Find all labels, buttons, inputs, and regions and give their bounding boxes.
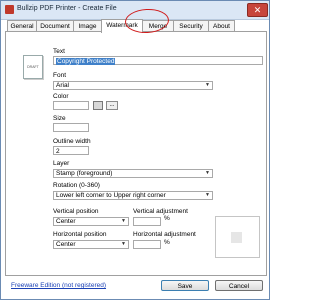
document-watermark-icon: DRAFT xyxy=(23,55,43,79)
text-label: Text xyxy=(53,48,65,55)
dialog-window: Bullzip PDF Printer - Create File ✕ Gene… xyxy=(0,0,270,300)
chevron-down-icon: ▼ xyxy=(205,170,210,176)
color-swatch[interactable] xyxy=(93,101,103,110)
size-input[interactable] xyxy=(53,123,89,132)
outline-width-input[interactable]: 2 xyxy=(53,146,89,155)
chevron-down-icon: ▼ xyxy=(121,218,126,224)
tab-watermark[interactable]: Watermark xyxy=(101,19,143,33)
font-select-value: Arial xyxy=(56,82,70,89)
layer-label: Layer xyxy=(53,160,70,167)
color-input[interactable] xyxy=(53,101,89,110)
watermark-preview xyxy=(215,216,260,258)
horizontal-adjustment-label: Horizontal adjustment xyxy=(133,231,196,238)
layer-select[interactable]: Stamp (foreground) ▼ xyxy=(53,169,213,178)
rotation-label: Rotation (0-360) xyxy=(53,182,100,189)
horizontal-adjustment-input[interactable] xyxy=(133,240,161,249)
window-title: Bullzip PDF Printer - Create File xyxy=(17,5,117,12)
text-input-value: Copyright Protected xyxy=(56,58,116,65)
chevron-down-icon: ▼ xyxy=(205,82,210,88)
rotation-select-value: Lower left corner to Upper right corner xyxy=(56,192,166,199)
outline-width-label: Outline width xyxy=(53,138,91,145)
size-label: Size xyxy=(53,115,66,122)
save-button[interactable]: Save xyxy=(161,280,209,291)
color-label: Color xyxy=(53,93,69,100)
vertical-position-select[interactable]: Center ▼ xyxy=(53,217,129,226)
close-button[interactable]: ✕ xyxy=(247,3,268,17)
rotation-select[interactable]: Lower left corner to Upper right corner … xyxy=(53,191,213,200)
horizontal-position-value: Center xyxy=(56,241,76,248)
font-select[interactable]: Arial ▼ xyxy=(53,81,213,90)
horizontal-position-label: Horizontal position xyxy=(53,231,107,238)
horizontal-adjustment-unit: % xyxy=(164,239,170,246)
title-bar: Bullzip PDF Printer - Create File ✕ xyxy=(1,1,269,20)
vertical-position-value: Center xyxy=(56,218,76,225)
text-input[interactable]: Copyright Protected xyxy=(53,56,263,65)
cancel-button[interactable]: Cancel xyxy=(215,280,263,291)
layer-select-value: Stamp (foreground) xyxy=(56,170,113,177)
app-icon xyxy=(5,5,14,14)
preview-page xyxy=(231,232,242,243)
vertical-adjustment-label: Vertical adjustment xyxy=(133,208,188,215)
vertical-adjustment-input[interactable] xyxy=(133,217,161,226)
chevron-down-icon: ▼ xyxy=(205,192,210,198)
horizontal-position-select[interactable]: Center ▼ xyxy=(53,240,129,249)
color-picker-button[interactable]: ... xyxy=(106,101,118,110)
chevron-down-icon: ▼ xyxy=(121,241,126,247)
freeware-edition-link[interactable]: Freeware Edition (not registered) xyxy=(11,282,106,289)
vertical-adjustment-unit: % xyxy=(164,215,170,222)
font-label: Font xyxy=(53,72,67,79)
vertical-position-label: Vertical position xyxy=(53,208,99,215)
